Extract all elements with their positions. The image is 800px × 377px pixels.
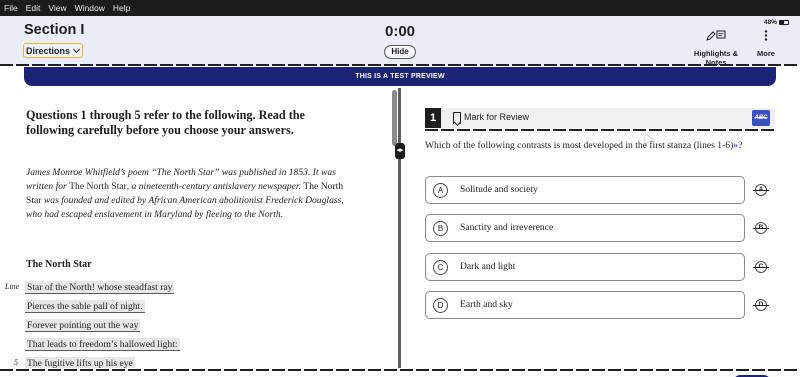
passage-context: James Monroe Whitfield’s poem “The North… (26, 166, 356, 222)
menu-edit[interactable]: Edit (26, 3, 41, 13)
answer-option-b[interactable]: B Sanctity and irreverence (425, 214, 745, 242)
battery-icon (779, 20, 790, 25)
passage-scrollbar[interactable] (392, 90, 397, 146)
option-letter: C (433, 260, 448, 275)
option-letter: D (433, 298, 448, 313)
hide-timer-button[interactable]: Hide (384, 45, 416, 59)
strike-option-a-button[interactable]: A (753, 184, 769, 196)
pane-divider[interactable] (398, 88, 401, 368)
question-stem: Which of the following contrasts is most… (425, 139, 775, 153)
answer-option-c[interactable]: C Dark and light (425, 253, 745, 281)
poem-line[interactable]: The fugitive lifts up his eye (25, 357, 135, 368)
bookmark-icon[interactable] (453, 112, 461, 124)
menu-help[interactable]: Help (113, 3, 130, 13)
menu-file[interactable]: File (4, 3, 18, 13)
battery-percent: 48% (764, 19, 778, 26)
timer: 0:00 (384, 23, 416, 40)
poem-line[interactable]: Forever pointing out the way (25, 319, 141, 332)
footer-divider (0, 369, 800, 371)
test-preview-banner: THIS IS A TEST PREVIEW (24, 67, 776, 86)
question-text: Which of the following contrasts is most… (425, 140, 734, 151)
line-label: Line (5, 282, 20, 291)
answer-eliminator-button[interactable]: ABC (752, 110, 770, 126)
poem-line[interactable]: That leads to freedom’s hallowed light: (25, 338, 180, 351)
passage-pane: Questions 1 through 5 refer to the follo… (0, 88, 396, 368)
question-header-bar: 1 Mark for Review ABC (425, 108, 775, 128)
header-divider (0, 64, 800, 66)
directions-label: Directions (26, 45, 71, 56)
highlights-notes-button[interactable]: Highlights & Notes (683, 28, 749, 67)
question-text-end: ? (738, 140, 743, 151)
option-text: Dark and light (460, 261, 516, 272)
question-number: 1 (425, 108, 441, 128)
question-bar-divider (425, 129, 775, 131)
newspaper-title: The North Star (69, 181, 127, 192)
option-text: Solitude and society (460, 184, 538, 195)
poem-line[interactable]: Pierces the sable pall of night. (25, 300, 145, 313)
passage-intro: Questions 1 through 5 refer to the follo… (26, 108, 305, 137)
battery-indicator: 48% (764, 19, 790, 26)
pen-icon (706, 30, 726, 41)
poem-line[interactable]: Star of the North! whose steadfast ray (25, 281, 175, 294)
option-text: Earth and sky (460, 299, 513, 310)
context-text: , a nineteenth-century antislavery newsp… (126, 181, 304, 192)
menu-view[interactable]: View (48, 3, 66, 13)
more-label: More (757, 49, 775, 58)
option-text: Sanctity and irreverence (460, 222, 554, 233)
strike-option-b-button[interactable]: B (753, 222, 769, 234)
option-letter: B (433, 221, 448, 236)
directions-button[interactable]: Directions (23, 43, 84, 58)
section-title: Section I (24, 22, 85, 38)
menu-window[interactable]: Window (75, 3, 105, 13)
strike-option-d-button[interactable]: D (753, 299, 769, 311)
poem-title: The North Star (26, 259, 92, 270)
app-header: Section I Directions 0:00 Hide 48% Highl… (0, 16, 800, 67)
chevron-down-icon (72, 45, 81, 53)
answer-option-d[interactable]: D Earth and sky (425, 291, 745, 319)
option-letter: A (433, 183, 448, 198)
kebab-menu-icon (764, 30, 768, 41)
line-number: 5 (14, 358, 18, 367)
resize-grip-icon[interactable]: ◂▸ (395, 143, 405, 159)
os-menubar: File Edit View Window Help (0, 0, 800, 16)
mark-for-review-button[interactable]: Mark for Review (464, 112, 529, 122)
context-text: was founded and edited by African Americ… (26, 195, 344, 220)
strike-option-c-button[interactable]: C (753, 261, 769, 273)
answer-option-a[interactable]: A Solitude and society (425, 176, 745, 204)
more-button[interactable]: More (756, 28, 776, 58)
